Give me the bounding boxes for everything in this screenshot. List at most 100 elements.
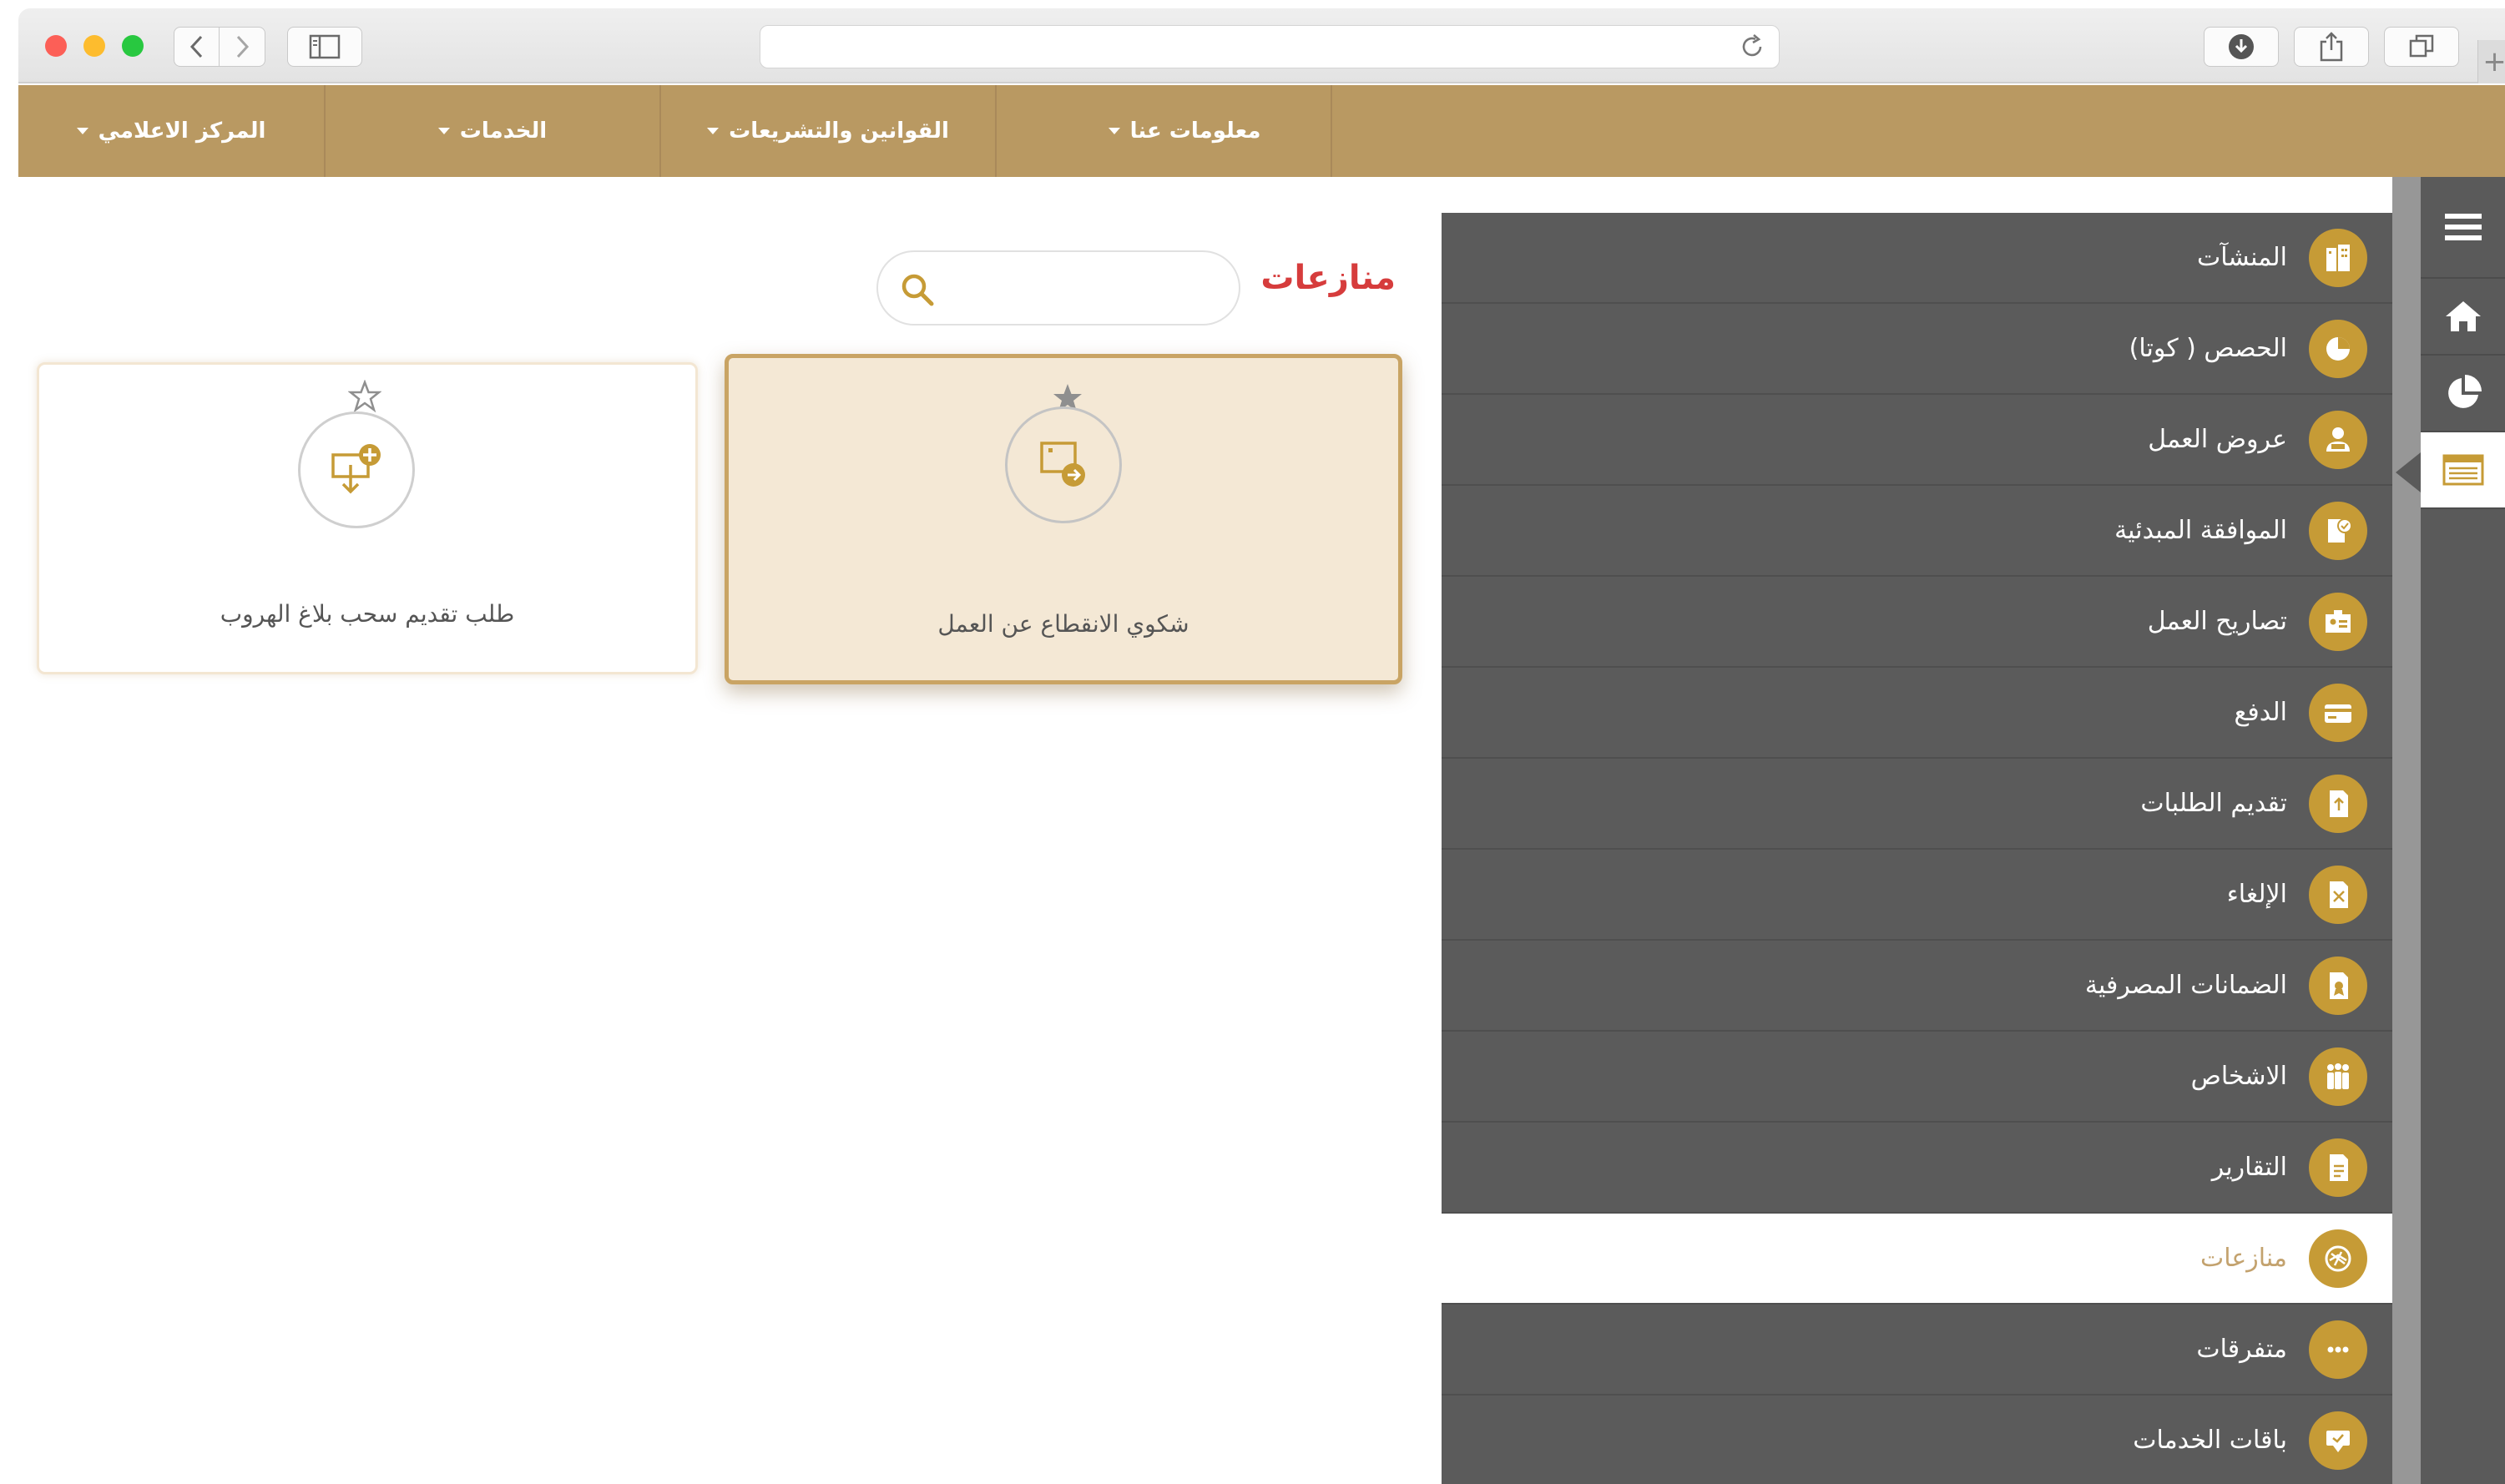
- payment-card-icon: [2309, 683, 2367, 742]
- search-box[interactable]: [876, 250, 1240, 326]
- search-icon[interactable]: [898, 270, 937, 309]
- menu-item-bank-guarantees[interactable]: الضمانات المصرفية: [1442, 941, 2392, 1032]
- search-input[interactable]: [953, 267, 1220, 310]
- reports-icon: [2309, 1138, 2367, 1197]
- bank-guarantee-icon: [2309, 956, 2367, 1015]
- caret-down-icon: [76, 128, 88, 134]
- page-title: منازعات: [1260, 259, 1396, 297]
- nav-services[interactable]: الخدمات: [326, 85, 659, 177]
- nav-divider: [324, 85, 326, 177]
- statistics-button[interactable]: [2421, 356, 2505, 432]
- job-offer-icon: [2309, 410, 2367, 469]
- home-icon: [2445, 301, 2481, 331]
- back-button[interactable]: [174, 27, 220, 67]
- menu-item-label: عروض العمل: [2148, 425, 2287, 454]
- plus-icon: +: [2482, 45, 2505, 78]
- menu-item-label: الحصص ( كوتا): [2129, 334, 2287, 363]
- menu-item-establishments[interactable]: المنشآت: [1442, 213, 2392, 304]
- caret-down-icon: [437, 128, 450, 134]
- quota-pie-icon: [2309, 319, 2367, 378]
- cancel-document-icon: [2309, 865, 2367, 924]
- menu-item-quota[interactable]: الحصص ( كوتا): [1442, 304, 2392, 395]
- minimize-window-button[interactable]: [83, 35, 105, 57]
- active-rail-pointer: [2396, 452, 2421, 492]
- star-outline-icon[interactable]: [348, 380, 381, 413]
- caret-down-icon: [707, 128, 720, 134]
- menu-item-label: تقديم الطلبات: [2140, 789, 2287, 818]
- menu-item-submit-requests[interactable]: تقديم الطلبات: [1442, 759, 2392, 850]
- home-button[interactable]: [2421, 279, 2505, 356]
- card-label: طلب تقديم سحب بلاغ الهروب: [220, 600, 515, 628]
- approval-document-icon: [2309, 501, 2367, 560]
- list-card-icon: [2442, 454, 2483, 486]
- new-tab-button[interactable]: +: [2477, 40, 2505, 83]
- people-icon: [2309, 1047, 2367, 1106]
- nav-label: الخدمات: [459, 119, 548, 144]
- menu-item-label: الإلغاء: [2226, 880, 2287, 909]
- menu-item-cancellation[interactable]: الإلغاء: [1442, 850, 2392, 941]
- browser-window: + معلومات عنا القوانين والتشريعات الخدما…: [18, 8, 2505, 1484]
- withdraw-absconding-report-icon: [331, 444, 381, 494]
- forward-button[interactable]: [219, 27, 265, 67]
- menu-item-label: متفرقات: [2196, 1335, 2287, 1364]
- work-permit-icon: [2309, 592, 2367, 651]
- menu-item-reports[interactable]: التقارير: [1442, 1123, 2392, 1214]
- card-label: شكوي الانقطاع عن العمل: [937, 610, 1189, 638]
- zoom-window-button[interactable]: [122, 35, 144, 57]
- menu-item-label: الضمانات المصرفية: [2084, 971, 2287, 1000]
- close-window-button[interactable]: [45, 35, 67, 57]
- menu-item-disputes[interactable]: منازعات: [1442, 1214, 2392, 1305]
- pie-chart-icon: [2447, 375, 2482, 408]
- download-icon: [2229, 34, 2254, 59]
- caret-down-icon: [1108, 128, 1120, 134]
- sidebar-toggle-button[interactable]: [287, 27, 362, 67]
- nav-laws-regulations[interactable]: القوانين والتشريعات: [661, 85, 995, 177]
- icon-rail: [2421, 177, 2505, 1484]
- nav-about-us[interactable]: معلومات عنا: [1018, 85, 1351, 177]
- nav-divider: [659, 85, 661, 177]
- services-list-button[interactable]: [2421, 432, 2505, 509]
- downloads-button[interactable]: [2204, 27, 2279, 67]
- chevron-right-icon: [236, 35, 250, 58]
- sidebar-scroll-strip: [2392, 177, 2421, 1484]
- sidebar-icon: [309, 34, 341, 59]
- menu-item-work-permits[interactable]: تصاريح العمل: [1442, 577, 2392, 668]
- card-icon-circle: [298, 411, 415, 528]
- share-button[interactable]: [2294, 27, 2369, 67]
- menu-item-label: تصاريح العمل: [2147, 607, 2287, 636]
- browser-toolbar: [18, 8, 2505, 83]
- building-icon: [2309, 228, 2367, 287]
- reload-icon[interactable]: [1739, 33, 1765, 60]
- service-card-withdraw-absconding-report[interactable]: طلب تقديم سحب بلاغ الهروب: [37, 362, 698, 674]
- menu-item-miscellaneous[interactable]: متفرقات: [1442, 1305, 2392, 1396]
- submit-request-icon: [2309, 774, 2367, 833]
- nav-media-center[interactable]: المركز الاعلامي: [18, 85, 324, 177]
- menu-item-label: التقارير: [2211, 1153, 2287, 1182]
- menu-item-service-packages[interactable]: باقات الخدمات: [1442, 1396, 2392, 1484]
- nav-divider: [1331, 85, 1332, 177]
- nav-label: المركز الاعلامي: [98, 119, 266, 144]
- menu-item-preliminary-approval[interactable]: الموافقة المبدئية: [1442, 486, 2392, 577]
- more-dots-icon: [2309, 1320, 2367, 1379]
- menu-toggle-button[interactable]: [2421, 177, 2505, 279]
- tab-overview-button[interactable]: [2384, 27, 2459, 67]
- share-icon: [2320, 32, 2343, 62]
- nav-label: معلومات عنا: [1129, 119, 1261, 144]
- menu-item-label: باقات الخدمات: [2133, 1426, 2287, 1455]
- top-navigation: معلومات عنا القوانين والتشريعات الخدمات …: [18, 85, 2505, 177]
- menu-item-label: الدفع: [2234, 698, 2287, 727]
- card-icon-circle: [1005, 406, 1122, 523]
- disputes-icon: [2309, 1229, 2367, 1288]
- service-card-work-absence-complaint[interactable]: شكوي الانقطاع عن العمل: [725, 354, 1402, 684]
- tabs-icon: [2409, 34, 2434, 58]
- nav-divider: [995, 85, 997, 177]
- menu-item-label: الموافقة المبدئية: [2114, 516, 2287, 545]
- service-packages-icon: [2309, 1411, 2367, 1470]
- menu-item-people[interactable]: الاشخاص: [1442, 1032, 2392, 1123]
- address-bar[interactable]: [760, 25, 1780, 68]
- work-absence-complaint-icon: [1040, 442, 1085, 487]
- menu-item-payment[interactable]: الدفع: [1442, 668, 2392, 759]
- menu-item-label: الاشخاص: [2190, 1062, 2287, 1091]
- menu-item-job-offers[interactable]: عروض العمل: [1442, 395, 2392, 486]
- nav-label: القوانين والتشريعات: [729, 119, 949, 144]
